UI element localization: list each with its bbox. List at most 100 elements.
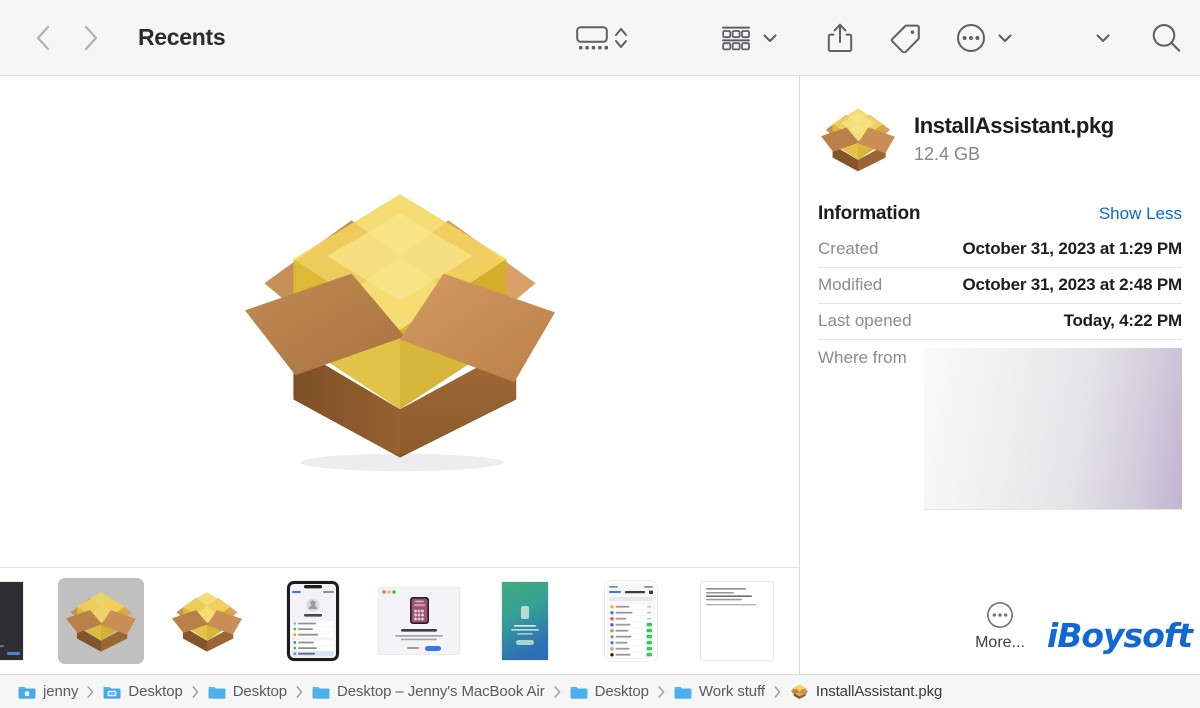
breadcrumb-separator: [192, 685, 199, 698]
show-less-button[interactable]: Show Less: [1099, 204, 1182, 224]
chevron-left-icon: [36, 25, 50, 50]
folder-icon: [208, 687, 226, 699]
breadcrumb: jenny Desktop Desktop Desktop – Jenny's …: [0, 674, 1200, 708]
chevron-right-icon: [296, 685, 303, 698]
breadcrumb-separator: [774, 685, 781, 698]
thumbnail-unable-to-connect-dialog[interactable]: [376, 578, 462, 664]
chevron-right-icon: [87, 685, 94, 698]
row-label: Last opened: [818, 311, 912, 330]
breadcrumb-item-desktop-2[interactable]: Desktop: [208, 683, 287, 700]
thumbnail-image: [0, 582, 23, 660]
breadcrumb-item-desktop-3[interactable]: Desktop: [570, 683, 649, 700]
thumbnail-installassistant-pkg[interactable]: [58, 578, 144, 664]
chevron-right-icon: [658, 685, 665, 698]
breadcrumb-label: Desktop: [594, 683, 649, 700]
text-document-preview: [701, 582, 773, 660]
breadcrumb-label: jenny: [43, 683, 79, 700]
thumbnail-iphone-settings[interactable]: [270, 578, 356, 664]
more-section[interactable]: More...: [800, 601, 1200, 674]
chevron-right-icon: [774, 685, 781, 698]
folder-icon: [570, 687, 587, 699]
file-header: InstallAssistant.pkg 12.4 GB: [800, 76, 1200, 176]
row-label: Created: [818, 239, 879, 258]
row-label: Where from: [818, 348, 907, 367]
chevron-right-icon: [554, 685, 560, 698]
breadcrumb-separator: [87, 685, 94, 698]
chevron-right-icon: [84, 25, 98, 50]
group-by-control[interactable]: [721, 18, 779, 58]
filmstrip[interactable]: [0, 567, 799, 674]
toolbar-overflow-button[interactable]: [1094, 18, 1112, 58]
breadcrumb-item-desktop-1[interactable]: Desktop: [103, 683, 183, 700]
info-row-modified: Modified October 31, 2023 at 2:48 PM: [818, 268, 1182, 304]
thumbnail-image: [701, 582, 773, 660]
row-value: Today, 4:22 PM: [1063, 311, 1183, 330]
breadcrumb-label: Desktop: [128, 683, 183, 700]
tag-button[interactable]: [890, 18, 920, 58]
content-area: InstallAssistant.pkg 12.4 GB Information…: [0, 76, 1200, 674]
navigation-arrows: [28, 21, 106, 55]
breadcrumb-item-jenny[interactable]: jenny: [18, 683, 78, 700]
info-row-where-from: Where from: [818, 340, 1182, 510]
breadcrumb-label: Desktop: [232, 683, 288, 700]
thumbnail-installassistant-pkg-2[interactable]: [164, 578, 250, 664]
thumbnail-dark-screenshot[interactable]: [0, 578, 38, 664]
thumbnail-green-gradient-screen[interactable]: [482, 578, 568, 664]
information-rows: Created October 31, 2023 at 1:29 PM Modi…: [818, 232, 1182, 510]
view-mode-control[interactable]: [575, 18, 629, 58]
view-mode-stepper[interactable]: [613, 24, 629, 52]
search-icon: [1152, 23, 1181, 52]
info-panel: InstallAssistant.pkg 12.4 GB Information…: [800, 76, 1200, 674]
desktop-folder-icon: [103, 687, 121, 699]
breadcrumb-separator: [296, 685, 303, 698]
search-button[interactable]: [1150, 18, 1182, 58]
preview-image-area: [0, 76, 799, 567]
dark-screenshot-preview: [0, 582, 23, 660]
thumbnail-image: [164, 578, 250, 664]
more-actions-control[interactable]: [956, 18, 1014, 58]
tag-icon: [890, 24, 920, 53]
folder-icon: [674, 687, 692, 699]
ellipsis-circle-icon: [987, 602, 1013, 628]
file-name: InstallAssistant.pkg: [914, 113, 1114, 138]
package-pkg-icon-thumb: [66, 592, 136, 652]
package-pkg-icon-thumb: [172, 592, 242, 652]
info-row-last-opened: Last opened Today, 4:22 PM: [818, 304, 1182, 340]
info-row-created: Created October 31, 2023 at 1:29 PM: [818, 232, 1182, 268]
information-title: Information: [818, 203, 921, 224]
breadcrumb-item-work-stuff[interactable]: Work stuff: [674, 683, 765, 700]
breadcrumb-label: Desktop – Jenny's MacBook Air: [337, 683, 545, 700]
thumbnail-image: [379, 588, 459, 654]
chevron-down-icon: [1096, 33, 1110, 42]
share-button[interactable]: [827, 18, 853, 58]
thumbnail-iphone-app-list[interactable]: [588, 578, 674, 664]
share-icon: [827, 23, 853, 52]
chevron-right-icon: [192, 685, 199, 698]
breadcrumb-label: InstallAssistant.pkg: [815, 683, 943, 700]
row-value: October 31, 2023 at 1:29 PM: [962, 239, 1183, 258]
unable-to-connect-dialog-preview: [379, 588, 459, 654]
more-button-label[interactable]: More...: [975, 634, 1025, 652]
back-button[interactable]: [28, 21, 58, 55]
toolbar: Recents: [0, 0, 1200, 76]
gallery-view-icon: [576, 25, 608, 49]
chevron-down-icon: [763, 33, 777, 42]
gallery-view-button[interactable]: [575, 18, 609, 58]
group-by-button[interactable]: [721, 18, 751, 58]
package-pkg-icon-large: [244, 193, 555, 471]
group-items-icon: [722, 26, 750, 50]
package-pkg-icon: [790, 684, 808, 699]
preview-pane: [0, 76, 800, 674]
group-by-chevron[interactable]: [761, 31, 779, 45]
more-actions-chevron[interactable]: [996, 31, 1014, 45]
forward-button[interactable]: [76, 21, 106, 55]
chevron-down-icon: [998, 33, 1012, 42]
iphone-app-list-preview: [605, 581, 657, 661]
thumbnail-text-document[interactable]: [694, 578, 780, 664]
breadcrumb-item-installassistant-pkg[interactable]: InstallAssistant.pkg: [790, 683, 942, 700]
home-folder-icon: [18, 687, 36, 699]
gradient-screen-preview: [502, 582, 548, 660]
breadcrumb-item-desktop-macbook-air[interactable]: Desktop – Jenny's MacBook Air: [312, 683, 545, 700]
finder-window: Recents InstallAssistant.pkg 12.4 GB Inf…: [0, 0, 1200, 708]
more-actions-button[interactable]: [956, 18, 986, 58]
